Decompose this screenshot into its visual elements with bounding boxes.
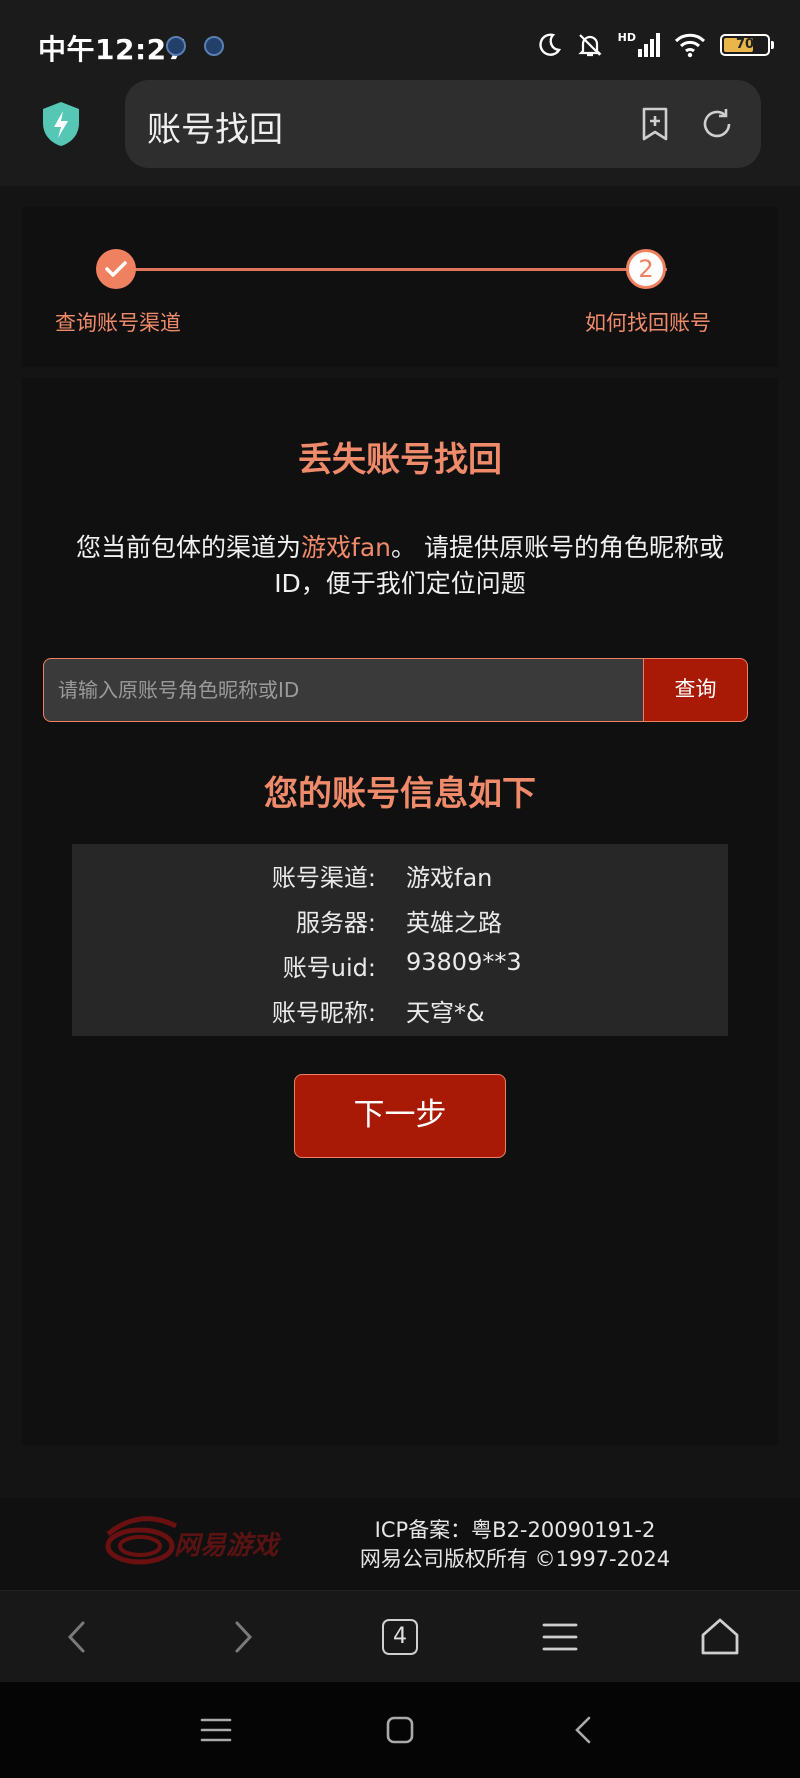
next-step-button[interactable]: 下一步 (294, 1074, 506, 1158)
footer-text: ICP备案：粤B2-20090191-2 网易公司版权所有 ©1997-2024 (350, 1516, 680, 1574)
info-value: 游戏fan (406, 864, 493, 892)
notification-app-icon (204, 36, 224, 56)
browser-nav-bar: 4 (0, 1590, 800, 1683)
info-value: 天穹*& (406, 999, 485, 1027)
address-bar[interactable]: 账号找回 (125, 80, 761, 168)
info-label: 账号昵称: (271, 999, 376, 1027)
copyright-text: 网易公司版权所有 ©1997-2024 (359, 1547, 671, 1571)
info-label: 服务器: (295, 909, 376, 937)
moon-icon (538, 33, 561, 56)
section-title: 丢失账号找回 (298, 440, 502, 480)
page-title: 账号找回 (147, 110, 283, 150)
home-icon[interactable] (698, 1615, 742, 1659)
svg-text:网易游戏: 网易游戏 (174, 1531, 281, 1561)
recent-apps-icon[interactable] (198, 1712, 234, 1748)
netease-games-logo: 网易游戏 (105, 1516, 281, 1565)
step-connector (116, 268, 667, 271)
signal-icon: HD (617, 31, 660, 57)
account-info-title: 您的账号信息如下 (264, 774, 536, 814)
status-icons: HD 70 (536, 28, 774, 62)
wifi-icon (674, 33, 706, 58)
battery-level: 70 (735, 37, 755, 52)
menu-icon[interactable] (538, 1615, 582, 1659)
battery-icon: 70 (720, 34, 774, 56)
bookmark-add-icon[interactable] (635, 104, 675, 144)
desc-channel: 游戏fan (301, 533, 392, 562)
forward-arrow-icon[interactable] (220, 1615, 264, 1659)
back-arrow-icon[interactable] (56, 1615, 100, 1659)
step-1-label: 查询账号渠道 (55, 311, 181, 335)
status-time: 中午12:27 (38, 33, 187, 66)
system-back-icon[interactable] (566, 1712, 602, 1748)
tab-count: 4 (382, 1619, 418, 1655)
shield-bolt-icon[interactable] (40, 100, 82, 148)
desc-prefix: 您当前包体的渠道为 (76, 533, 302, 562)
info-row: 账号昵称: 天穹*& (72, 985, 728, 1029)
info-row: 账号渠道: 游戏fan (72, 850, 728, 894)
query-button[interactable]: 查询 (643, 658, 748, 722)
account-info-table: 账号渠道: 游戏fan 服务器: 英雄之路 账号uid: 93809**3 账号… (72, 844, 728, 1036)
info-label: 账号渠道: (271, 864, 376, 892)
step-2-label: 如何找回账号 (585, 311, 711, 335)
bell-off-icon (578, 34, 602, 57)
step-1-complete (96, 249, 136, 289)
refresh-icon[interactable] (697, 104, 737, 144)
hd-label: HD (617, 31, 636, 44)
step-2-indicator: 2 (626, 249, 666, 289)
check-icon (105, 261, 127, 277)
progress-steps: 2 查询账号渠道 如何找回账号 (22, 207, 778, 367)
info-label: 账号uid: (282, 954, 376, 982)
tabs-button[interactable]: 4 (378, 1615, 422, 1659)
info-value: 英雄之路 (406, 909, 502, 937)
footer: 网易游戏 ICP备案：粤B2-20090191-2 网易公司版权所有 ©1997… (0, 1498, 800, 1590)
info-row: 账号uid: 93809**3 (72, 940, 728, 984)
notification-app-icon (166, 36, 186, 56)
instruction-text: 您当前包体的渠道为游戏fan。 请提供原账号的角色昵称或ID，便于我们定位问题 (62, 530, 738, 602)
system-nav-bar (0, 1682, 800, 1778)
browser-toolbar: 账号找回 (0, 80, 800, 186)
info-row: 服务器: 英雄之路 (72, 895, 728, 939)
icp-text: ICP备案：粤B2-20090191-2 (374, 1518, 656, 1542)
nickname-input[interactable] (43, 658, 643, 722)
recovery-panel: 丢失账号找回 您当前包体的渠道为游戏fan。 请提供原账号的角色昵称或ID，便于… (22, 378, 778, 1445)
search-form: 查询 (43, 658, 748, 722)
status-bar: 中午12:27 HD 70 (0, 0, 800, 80)
info-value: 93809**3 (406, 948, 522, 976)
home-square-icon[interactable] (382, 1712, 418, 1748)
